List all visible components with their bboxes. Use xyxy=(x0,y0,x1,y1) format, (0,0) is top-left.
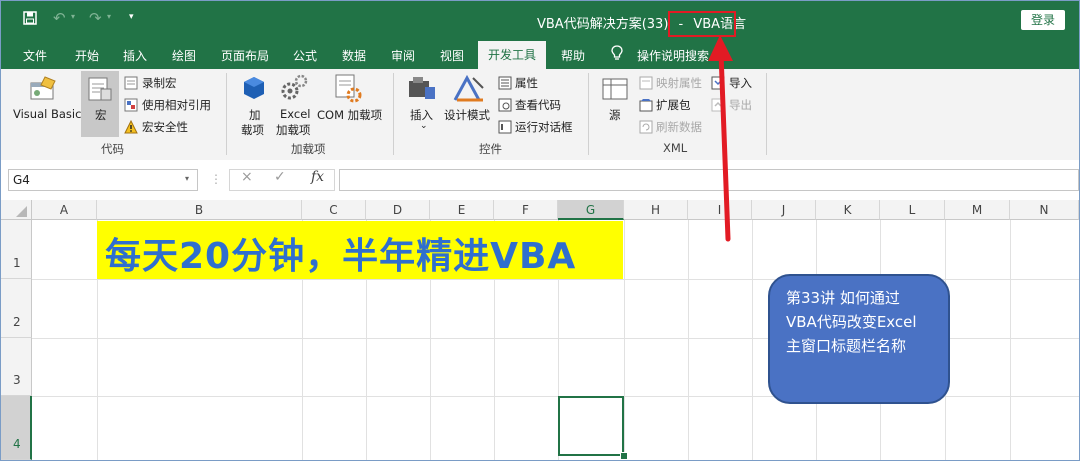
annotation-arrow xyxy=(708,35,733,242)
excel-window: ↶ ▾ ↷ ▾ ▾ VBA代码解决方案(33) - VBA语言 登录 文件 开始… xyxy=(0,0,1080,461)
